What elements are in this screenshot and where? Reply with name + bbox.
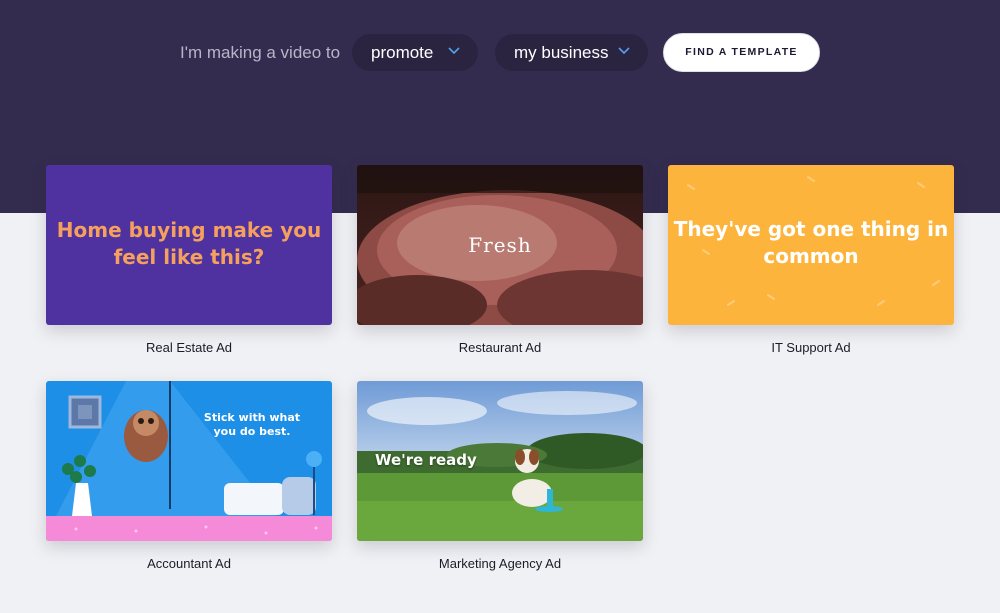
template-thumbnail[interactable]: Home buying make you feel like this? (46, 165, 332, 325)
template-thumbnail[interactable]: Fresh (357, 165, 643, 325)
thumbnail-caption: They've got one thing in common (673, 217, 949, 268)
template-thumbnail[interactable]: They've got one thing in common (668, 165, 954, 325)
chevron-down-icon (618, 47, 630, 55)
thumbnail-caption: Fresh (468, 233, 532, 257)
template-thumbnail[interactable]: We're ready (357, 381, 643, 541)
template-title[interactable]: Real Estate Ad (46, 340, 332, 355)
template-title[interactable]: IT Support Ad (668, 340, 954, 355)
template-card-marketing-agency[interactable]: We're ready Marketing Agency Ad (357, 381, 643, 571)
thumbnail-caption: Stick with what you do best. (203, 411, 301, 438)
purpose-dropdown[interactable]: promote (352, 34, 478, 71)
thumbnail-caption: Home buying make you feel like this? (56, 218, 322, 269)
subject-dropdown-value: my business (514, 43, 609, 62)
template-card-it-support[interactable]: They've got one thing in common IT Suppo… (668, 165, 954, 355)
picker-lead-text: I'm making a video to (180, 43, 341, 62)
template-title[interactable]: Restaurant Ad (357, 340, 643, 355)
sloth-illustration (46, 381, 332, 541)
subject-dropdown[interactable]: my business (495, 34, 648, 71)
find-template-button[interactable]: FIND A TEMPLATE (663, 33, 820, 72)
chevron-down-icon (448, 47, 460, 55)
template-card-restaurant[interactable]: Fresh Restaurant Ad (357, 165, 643, 355)
purpose-dropdown-value: promote (371, 43, 434, 62)
thumbnail-caption: We're ready (375, 451, 477, 469)
template-card-real-estate[interactable]: Home buying make you feel like this? Rea… (46, 165, 332, 355)
template-picker: I'm making a video to promote my busines… (0, 33, 1000, 73)
template-title[interactable]: Accountant Ad (46, 556, 332, 571)
template-title[interactable]: Marketing Agency Ad (357, 556, 643, 571)
template-thumbnail[interactable]: Stick with what you do best. (46, 381, 332, 541)
template-card-accountant[interactable]: Stick with what you do best. Accountant … (46, 381, 332, 571)
